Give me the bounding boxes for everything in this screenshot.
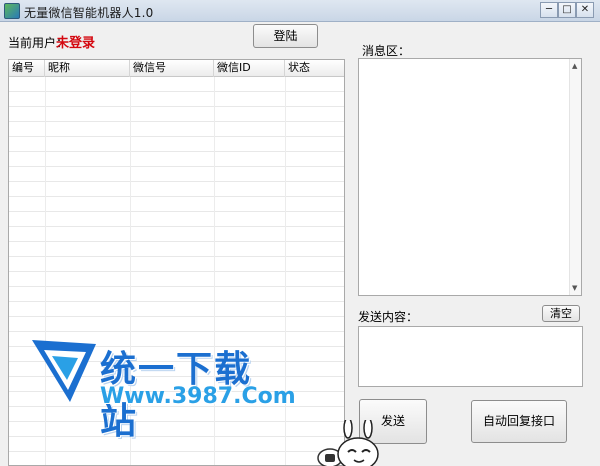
auto-reply-button[interactable]: 自动回复接口	[471, 400, 567, 443]
table-header: 编号 昵称 微信号 微信ID 状态	[9, 60, 344, 77]
send-content-label: 发送内容：	[358, 310, 419, 324]
message-area[interactable]: ▲ ▼	[358, 58, 582, 296]
send-content-input[interactable]	[358, 326, 583, 387]
maximize-button[interactable]: □	[558, 2, 576, 18]
watermark-url: Www.3987.Com	[100, 384, 296, 409]
column-wechat-id[interactable]: 微信ID	[214, 60, 285, 77]
login-button[interactable]: 登陆	[253, 24, 318, 48]
clear-button[interactable]: 清空	[542, 305, 580, 322]
minimize-button[interactable]: ─	[540, 2, 558, 18]
login-status: 未登录	[56, 36, 96, 51]
scroll-up-icon[interactable]: ▲	[572, 62, 577, 70]
window-title: 无量微信智能机器人1.0	[24, 6, 154, 20]
app-icon	[4, 3, 20, 19]
column-wechat-no[interactable]: 微信号	[130, 60, 214, 77]
column-status[interactable]: 状态	[285, 60, 344, 77]
close-button[interactable]: ✕	[576, 2, 594, 18]
watermark-logo-icon	[32, 340, 96, 402]
message-scrollbar[interactable]: ▲ ▼	[569, 59, 581, 295]
column-id[interactable]: 编号	[9, 60, 45, 77]
message-area-label: 消息区：	[362, 44, 411, 58]
scroll-down-icon[interactable]: ▼	[572, 284, 577, 292]
column-nickname[interactable]: 昵称	[45, 60, 130, 77]
mascot-icon	[317, 420, 379, 466]
title-bar: 无量微信智能机器人1.0 ─ □ ✕	[0, 0, 600, 22]
site-watermark: 统一下载站 Www.3987.Com	[30, 330, 296, 442]
